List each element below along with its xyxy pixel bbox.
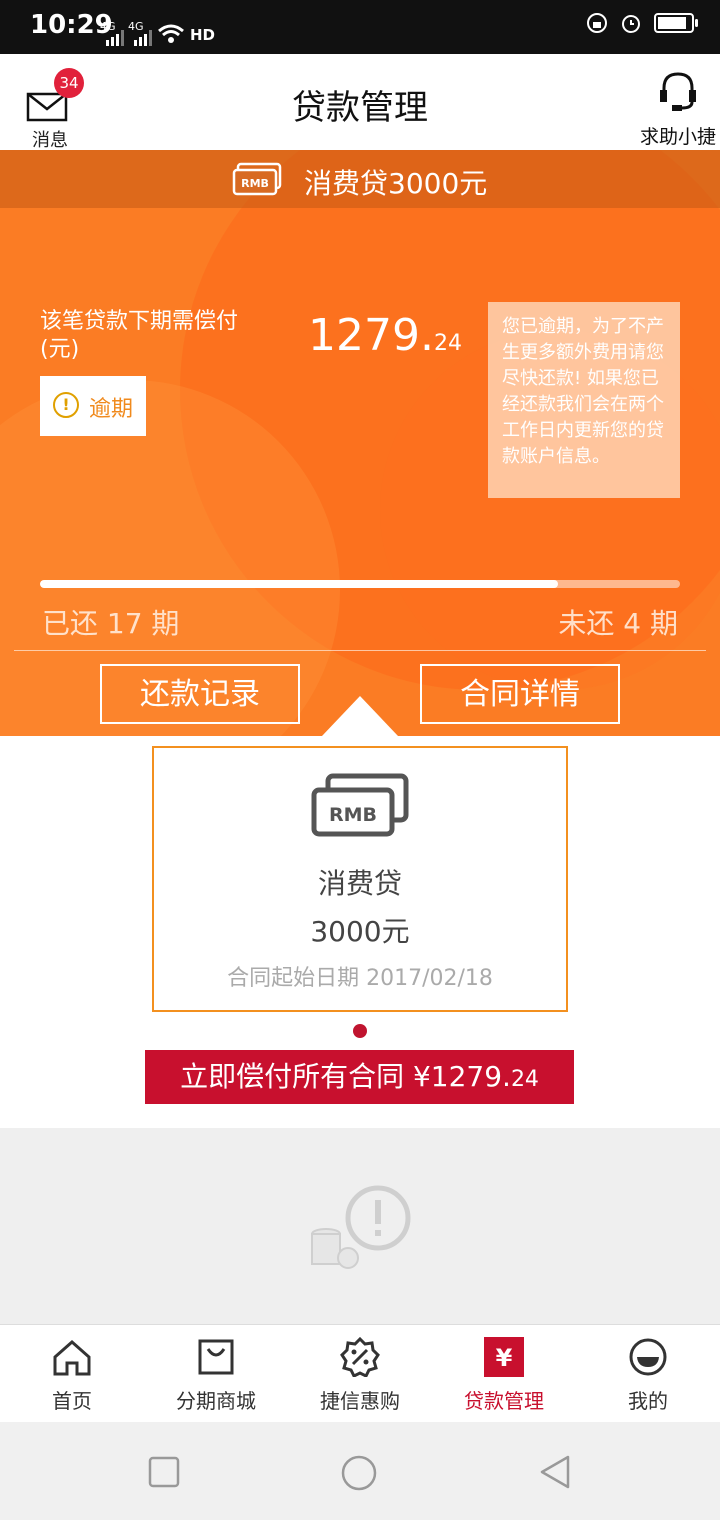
help-button[interactable]: 求助小捷 <box>636 66 720 148</box>
next-payment-label: 该笔贷款下期需偿付(元) <box>40 309 239 362</box>
nav-profile[interactable]: 我的 <box>576 1325 720 1423</box>
status-bar: 10:29 4G 4G HD <box>0 0 720 54</box>
hd-indicator: HD <box>190 26 216 44</box>
nav-installment-mall[interactable]: 分期商城 <box>144 1325 288 1423</box>
wifi-icon <box>158 24 184 43</box>
pagination-dot <box>353 1024 367 1038</box>
contract-list: RMB 消费贷 3000元 合同起始日期 2017/02/18 立即偿付所有合同… <box>0 736 720 1128</box>
loan-summary-panel: RMB 消费贷3000元 该笔贷款下期需偿付(元) ! 逾期 1279.24 您… <box>0 150 720 736</box>
warning-icon: ! <box>53 392 79 418</box>
system-navigation-bar <box>0 1422 720 1520</box>
nav-label: 贷款管理 <box>464 1389 544 1413</box>
overdue-badge: ! 逾期 <box>40 376 146 436</box>
home-circle-icon[interactable] <box>340 1454 378 1492</box>
repayment-progress-bar <box>40 580 680 588</box>
svg-text:RMB: RMB <box>329 804 377 826</box>
messages-label: 消息 <box>32 130 68 151</box>
rmb-note-icon: RMB <box>232 162 282 196</box>
nav-label: 我的 <box>628 1389 668 1413</box>
recent-apps-icon[interactable] <box>148 1456 180 1488</box>
rmb-note-icon: RMB <box>311 773 409 837</box>
nav-loan-management[interactable]: ¥ 贷款管理 <box>432 1325 576 1423</box>
yen-icon: ¥ <box>484 1337 524 1377</box>
amount-integer: 1279. <box>308 310 434 361</box>
pay-all-label: 立即偿付所有合同 ¥1279. <box>180 1060 511 1093</box>
nav-home[interactable]: 首页 <box>0 1325 144 1423</box>
lock-rotation-icon <box>587 13 607 33</box>
signal-bars-icon <box>134 30 152 46</box>
amount-decimals: 24 <box>433 331 462 356</box>
overdue-status: 逾期 <box>89 397 134 422</box>
contract-details-button[interactable]: 合同详情 <box>420 664 620 724</box>
status-right-icons <box>586 12 698 34</box>
coins-warning-icon <box>311 1185 411 1269</box>
contract-start-date: 合同起始日期 2017/02/18 <box>227 966 493 991</box>
profile-icon <box>629 1338 667 1376</box>
signal-bars-icon <box>106 30 124 46</box>
app-header: 34 消息 贷款管理 求助小捷 <box>0 54 720 151</box>
shopping-bag-icon <box>198 1339 234 1375</box>
selection-caret <box>322 696 398 736</box>
repayment-progress-fill <box>40 580 559 588</box>
battery-icon <box>654 13 698 33</box>
pay-all-contracts-button[interactable]: 立即偿付所有合同 ¥1279.24 <box>145 1050 574 1104</box>
repayment-record-button[interactable]: 还款记录 <box>100 664 300 724</box>
nav-label: 首页 <box>52 1389 92 1413</box>
contract-amount: 3000元 <box>310 915 410 948</box>
unpaid-periods: 未还 4 期 <box>558 607 678 640</box>
overdue-notice: 您已逾期，为了不产生更多额外费用请您尽快还款! 如果您已经还款我们会在两个工作日… <box>488 302 680 498</box>
next-payment-amount: 1279.24 <box>308 310 462 361</box>
page-title: 贷款管理 <box>292 88 428 128</box>
back-icon[interactable] <box>538 1454 572 1490</box>
svg-text:¥: ¥ <box>496 1344 513 1372</box>
loan-banner: RMB 消费贷3000元 <box>0 150 720 208</box>
bottom-navigation: 首页 分期商城 捷信惠购 ¥ 贷款管理 我的 <box>0 1324 720 1423</box>
discount-badge-icon <box>340 1337 380 1377</box>
headset-icon <box>660 72 696 111</box>
divider <box>14 650 706 651</box>
alarm-icon <box>622 15 640 33</box>
nav-label: 分期商城 <box>176 1389 256 1413</box>
svg-text:RMB: RMB <box>241 177 269 190</box>
contract-card[interactable]: RMB 消费贷 3000元 合同起始日期 2017/02/18 <box>152 746 568 1012</box>
help-label: 求助小捷 <box>639 126 716 148</box>
empty-state-area <box>0 1128 720 1324</box>
pay-all-decimals: 24 <box>510 1067 539 1092</box>
loan-banner-title: 消费贷3000元 <box>304 167 488 200</box>
paid-periods: 已还 17 期 <box>42 607 180 640</box>
home-icon <box>53 1339 91 1376</box>
nav-jiexin-huigou[interactable]: 捷信惠购 <box>288 1325 432 1423</box>
nav-label: 捷信惠购 <box>320 1389 400 1413</box>
contract-name: 消费贷 <box>317 867 402 900</box>
